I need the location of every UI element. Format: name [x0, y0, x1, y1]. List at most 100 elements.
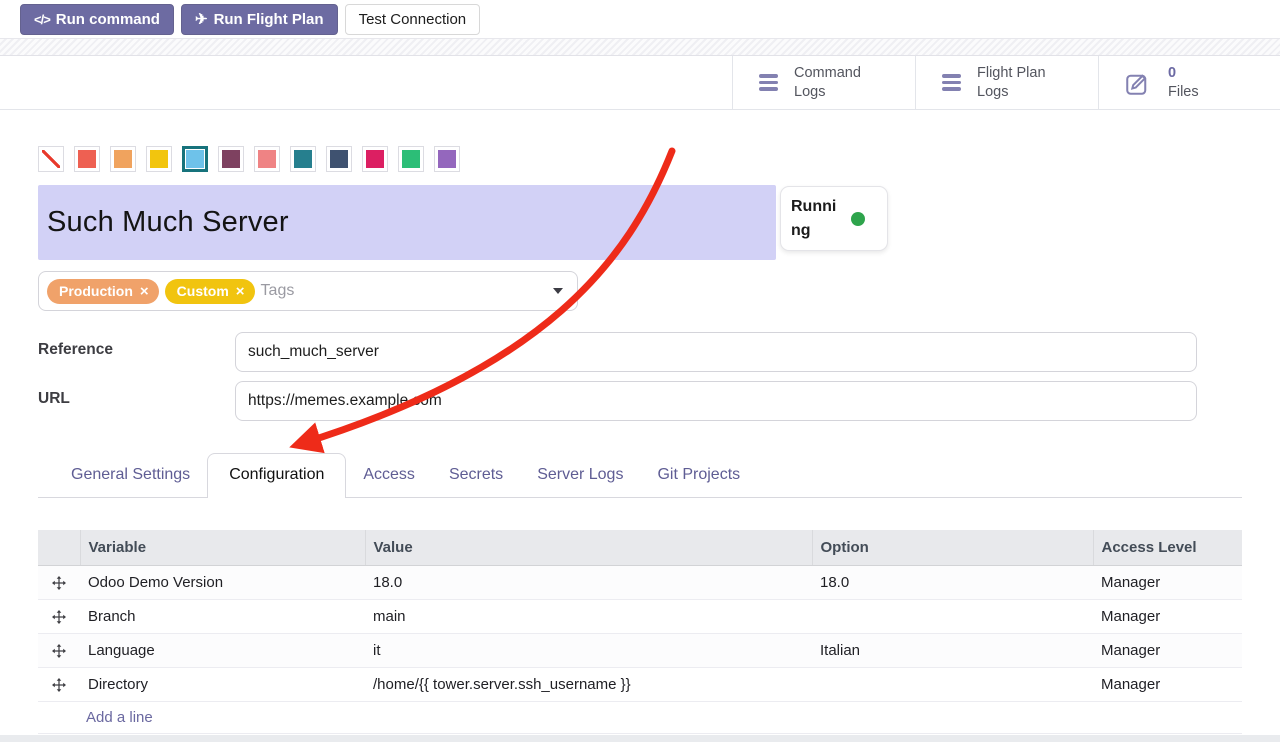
bottom-strip — [0, 735, 1280, 742]
color-swatch-teal[interactable] — [290, 146, 316, 172]
url-input[interactable] — [235, 381, 1197, 421]
drag-handle-icon — [52, 576, 66, 590]
plane-icon: ✈ — [195, 10, 208, 28]
test-connection-button[interactable]: Test Connection — [345, 4, 481, 35]
tags-placeholder: Tags — [261, 282, 295, 300]
drag-handle-icon — [52, 644, 66, 658]
tag-custom: Custom × — [165, 279, 255, 304]
row-drag-handle[interactable] — [38, 667, 80, 701]
list-icon — [942, 74, 961, 91]
reference-input[interactable] — [235, 332, 1197, 372]
column-header-value: Value — [365, 530, 812, 565]
drag-handle-icon — [52, 610, 66, 624]
cell-option[interactable]: 18.0 — [812, 565, 1093, 599]
files-button[interactable]: 0 Files — [1098, 56, 1280, 109]
reference-row: Reference — [38, 332, 1280, 372]
cell-option[interactable]: Italian — [812, 633, 1093, 667]
row-drag-handle[interactable] — [38, 633, 80, 667]
cell-access-level[interactable]: Manager — [1093, 565, 1242, 599]
chevron-down-icon[interactable] — [553, 288, 563, 294]
table-row[interactable]: Directory/home/{{ tower.server.ssh_usern… — [38, 667, 1242, 701]
status-card: Running — [780, 186, 888, 251]
cell-value[interactable]: 18.0 — [365, 565, 812, 599]
cell-access-level[interactable]: Manager — [1093, 599, 1242, 633]
notebook-tabs: General Settings Configuration Access Se… — [38, 453, 1242, 498]
title-row: Such Much Server Running — [38, 185, 1280, 260]
no-color-icon — [42, 150, 60, 168]
header-bar: Command Logs Flight Plan Logs 0 Files — [0, 56, 1280, 110]
color-swatch-red[interactable] — [74, 146, 100, 172]
code-icon: </> — [34, 12, 50, 27]
tab-configuration[interactable]: Configuration — [207, 453, 346, 498]
tag-production: Production × — [47, 279, 159, 304]
run-flight-plan-label: Run Flight Plan — [214, 11, 324, 28]
column-header-option: Option — [812, 530, 1093, 565]
page: </> Run command ✈ Run Flight Plan Test C… — [0, 0, 1280, 742]
hatched-strip — [0, 38, 1280, 56]
color-swatch-plum[interactable] — [218, 146, 244, 172]
color-swatches — [38, 146, 1280, 172]
cell-option[interactable] — [812, 599, 1093, 633]
drag-handle-icon — [52, 678, 66, 692]
tag-production-label: Production — [59, 283, 133, 299]
color-swatch-none[interactable] — [38, 146, 64, 172]
add-a-line-link[interactable]: Add a line — [38, 701, 1242, 733]
row-drag-handle[interactable] — [38, 599, 80, 633]
cell-variable[interactable]: Directory — [80, 667, 365, 701]
column-header-variable: Variable — [80, 530, 365, 565]
tab-general-settings[interactable]: General Settings — [54, 454, 207, 497]
command-logs-button[interactable]: Command Logs — [732, 56, 915, 109]
color-swatch-navy[interactable] — [326, 146, 352, 172]
files-count: 0 — [1168, 65, 1176, 81]
table-body: Odoo Demo Version18.018.0ManagerBranchma… — [38, 565, 1242, 733]
tab-git-projects[interactable]: Git Projects — [640, 454, 757, 497]
handle-column-header — [38, 530, 80, 565]
action-toolbar: </> Run command ✈ Run Flight Plan Test C… — [0, 0, 1280, 38]
cell-value[interactable]: main — [365, 599, 812, 633]
cell-option[interactable] — [812, 667, 1093, 701]
color-swatch-yellow[interactable] — [146, 146, 172, 172]
row-drag-handle[interactable] — [38, 565, 80, 599]
color-swatch-orange[interactable] — [110, 146, 136, 172]
tab-access[interactable]: Access — [346, 454, 432, 497]
tags-input[interactable]: Production × Custom × Tags — [38, 271, 578, 311]
color-swatch-purple[interactable] — [434, 146, 460, 172]
remove-tag-icon[interactable]: × — [236, 284, 245, 299]
cell-value[interactable]: /home/{{ tower.server.ssh_username }} — [365, 667, 812, 701]
cell-value[interactable]: it — [365, 633, 812, 667]
url-row: URL — [38, 381, 1280, 421]
color-swatch-green[interactable] — [398, 146, 424, 172]
cell-access-level[interactable]: Manager — [1093, 667, 1242, 701]
column-header-access-level: Access Level — [1093, 530, 1242, 565]
server-title-field[interactable]: Such Much Server — [38, 185, 776, 260]
run-command-label: Run command — [56, 11, 160, 28]
flight-plan-logs-button[interactable]: Flight Plan Logs — [915, 56, 1098, 109]
table-row[interactable]: Odoo Demo Version18.018.0Manager — [38, 565, 1242, 599]
cell-variable[interactable]: Branch — [80, 599, 365, 633]
table-row[interactable]: Branchmain Manager — [38, 599, 1242, 633]
page-title: Such Much Server — [47, 206, 289, 239]
status-label: Running — [791, 195, 843, 241]
flight-plan-logs-line2: Logs — [977, 84, 1008, 100]
cell-access-level[interactable]: Manager — [1093, 633, 1242, 667]
remove-tag-icon[interactable]: × — [140, 284, 149, 299]
color-swatch-magenta[interactable] — [362, 146, 388, 172]
run-command-button[interactable]: </> Run command — [20, 4, 174, 35]
tab-secrets[interactable]: Secrets — [432, 454, 520, 497]
run-flight-plan-button[interactable]: ✈ Run Flight Plan — [181, 4, 338, 35]
table-header-row: Variable Value Option Access Level — [38, 530, 1242, 565]
variables-table: Variable Value Option Access Level Odoo … — [38, 530, 1242, 734]
command-logs-line1: Command — [794, 65, 861, 81]
list-icon — [759, 74, 778, 91]
cell-variable[interactable]: Odoo Demo Version — [80, 565, 365, 599]
color-swatch-salmon[interactable] — [254, 146, 280, 172]
table-row[interactable]: LanguageitItalianManager — [38, 633, 1242, 667]
cell-variable[interactable]: Language — [80, 633, 365, 667]
url-label: URL — [38, 381, 235, 408]
color-swatch-light-blue-selected[interactable] — [182, 146, 208, 172]
test-connection-label: Test Connection — [359, 11, 467, 28]
tag-custom-label: Custom — [177, 283, 229, 299]
form-content: Such Much Server Running Production × Cu… — [0, 146, 1280, 734]
field-group: Reference URL — [38, 332, 1280, 421]
tab-server-logs[interactable]: Server Logs — [520, 454, 640, 497]
